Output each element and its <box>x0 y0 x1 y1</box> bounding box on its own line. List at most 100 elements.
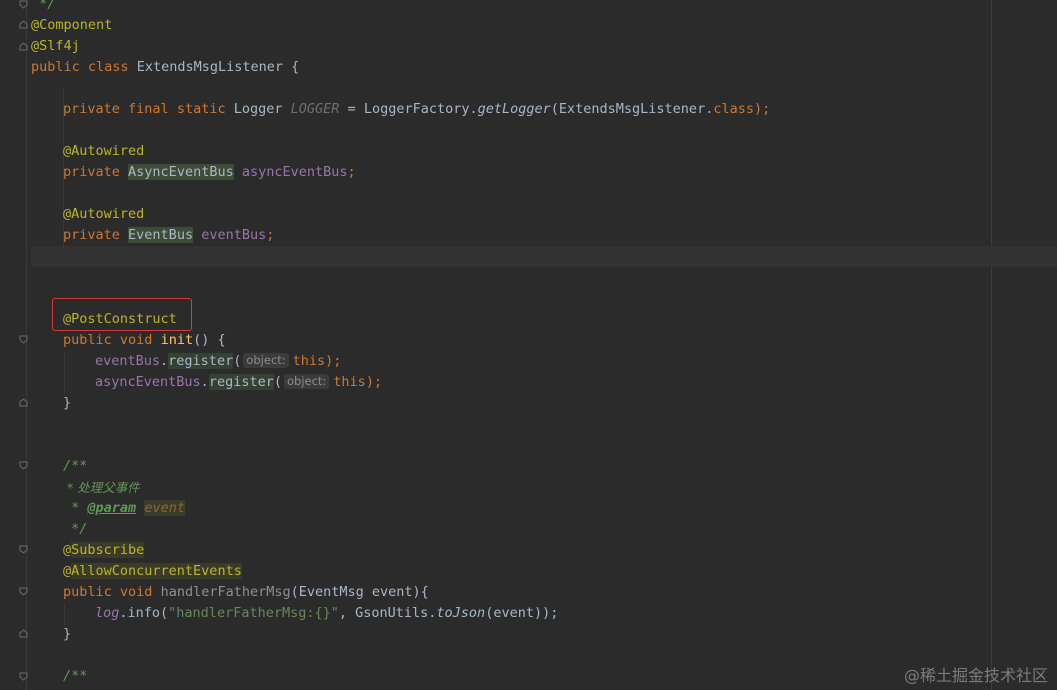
code-token: () { <box>193 332 226 348</box>
fold-start-icon[interactable] <box>19 20 28 29</box>
fold-end-icon[interactable] <box>19 629 28 638</box>
keyword-void: void <box>119 584 153 600</box>
type-asynceventbus: AsyncEventBus <box>128 164 234 180</box>
code-token: (EventMsg event){ <box>290 584 429 600</box>
fold-start-icon[interactable] <box>19 461 28 470</box>
code-line[interactable]: */ <box>31 0 55 15</box>
code-line-async-field[interactable]: private AsyncEventBus asyncEventBus; <box>63 162 356 183</box>
annotation-autowired: @Autowired <box>63 143 145 159</box>
code-line[interactable]: @Autowired <box>63 141 144 162</box>
method-tojson: toJson <box>436 605 486 621</box>
fold-end-icon[interactable] <box>19 398 28 407</box>
code-line-logger[interactable]: private final static Logger LOGGER = Log… <box>63 99 770 120</box>
fold-start-icon[interactable] <box>19 672 28 681</box>
code-line[interactable]: } <box>63 393 71 414</box>
code-token: (ExtendsMsgListener. <box>550 101 714 117</box>
code-line[interactable]: * @param event <box>63 498 185 519</box>
watermark: @稀土掘金技术社区 <box>903 666 1048 685</box>
code-line[interactable]: } <box>63 624 71 645</box>
fold-start-icon[interactable] <box>19 587 28 596</box>
method-init: init <box>160 332 194 348</box>
keyword-final: final <box>128 101 169 117</box>
type-eventbus: EventBus <box>128 227 194 243</box>
code-token: . <box>200 374 209 390</box>
code-line[interactable]: * 处理父事件 <box>63 477 140 498</box>
code-line-log[interactable]: log.info("handlerFatherMsg:{}", GsonUtil… <box>95 603 558 624</box>
code-line-eventbus-field[interactable]: private EventBus eventBus; <box>63 225 274 246</box>
class-name: ExtendsMsgListener { <box>136 59 300 75</box>
annotation-subscribe: Subscribe <box>71 542 145 558</box>
annotation-component: @Component <box>31 17 113 33</box>
closing-brace: } <box>63 626 72 642</box>
code-line-class-declaration[interactable]: public class ExtendsMsgListener { <box>31 57 299 78</box>
code-line[interactable]: @Subscribe <box>63 540 145 561</box>
code-token: . <box>160 353 169 369</box>
annotation-allowconcurrentevents: AllowConcurrentEvents <box>71 563 242 579</box>
doc-tag-param: @param <box>87 500 137 516</box>
code-token: = LoggerFactory. <box>339 101 478 117</box>
indent-guide <box>64 352 65 394</box>
keyword-private: private <box>63 164 120 180</box>
field-log: log <box>95 605 120 621</box>
keyword-this: this <box>333 374 366 390</box>
code-token: ( <box>233 353 242 369</box>
code-line[interactable]: @Component <box>31 15 112 36</box>
closing-brace: } <box>63 395 72 411</box>
method-handlerfathermsg: handlerFatherMsg <box>160 584 291 600</box>
keyword-private: private <box>63 227 120 243</box>
code-token: , GsonUtils. <box>338 605 437 621</box>
code-line[interactable]: */ <box>63 519 87 540</box>
right-margin-guide <box>991 0 992 690</box>
doc-comment-close: */ <box>63 521 88 537</box>
field-asynceventbus: asyncEventBus <box>95 374 201 390</box>
field-logger: LOGGER <box>290 101 340 117</box>
doc-comment-open: /** <box>63 458 88 474</box>
doc-comment-open: /** <box>63 668 88 684</box>
keyword-static: static <box>176 101 226 117</box>
code-token: ); <box>753 101 771 117</box>
fold-start-icon[interactable] <box>19 335 28 344</box>
code-line-register-eventbus[interactable]: eventBus.register(object: this); <box>95 351 341 372</box>
indent-guide <box>64 604 65 625</box>
annotation-autowired: @Autowired <box>63 206 145 222</box>
code-token: ; <box>266 227 275 243</box>
fold-start-icon[interactable] <box>19 545 28 554</box>
method-register: register <box>208 374 274 390</box>
code-editor[interactable]: */ @Component @Slf4j public class Extend… <box>0 0 1057 690</box>
code-token: .info( <box>119 605 169 621</box>
current-line-highlight <box>31 246 1057 267</box>
code-line[interactable]: @Slf4j <box>31 36 80 57</box>
keyword-public: public <box>63 584 112 600</box>
field-asynceventbus: asyncEventBus <box>241 164 348 180</box>
doc-comment-star: * <box>63 500 88 516</box>
fold-end-icon[interactable] <box>19 0 28 9</box>
annotation-at: @ <box>63 563 72 579</box>
doc-comment-description: * 处理父事件 <box>63 480 140 495</box>
code-token: ( <box>273 374 282 390</box>
code-line[interactable]: /** <box>63 456 87 477</box>
keyword-void: void <box>119 332 153 348</box>
parameter-hint: object: <box>283 374 330 389</box>
keyword-class: class <box>87 59 129 75</box>
code-line-handler[interactable]: public void handlerFatherMsg(EventMsg ev… <box>63 582 429 603</box>
fold-start-icon[interactable] <box>19 42 28 51</box>
code-line[interactable]: @AllowConcurrentEvents <box>63 561 242 582</box>
highlight-box <box>52 298 192 331</box>
field-eventbus: eventBus <box>95 353 161 369</box>
keyword-class: class <box>713 101 754 117</box>
field-eventbus: eventBus <box>201 227 267 243</box>
keyword-private: private <box>63 101 120 117</box>
code-line-init[interactable]: public void init() { <box>63 330 226 351</box>
type-logger: Logger <box>233 101 291 117</box>
code-token: ; <box>347 164 356 180</box>
code-line-register-async[interactable]: asyncEventBus.register(object: this); <box>95 372 382 393</box>
method-getlogger: getLogger <box>477 101 551 117</box>
annotation-slf4j: @Slf4j <box>31 38 80 54</box>
string-literal: "handlerFatherMsg:{}" <box>168 605 339 621</box>
code-line[interactable]: /** <box>63 666 87 687</box>
code-token: ); <box>325 353 342 369</box>
doc-comment-end: */ <box>31 0 56 12</box>
parameter-hint: object: <box>243 353 289 368</box>
code-line[interactable]: @Autowired <box>63 204 144 225</box>
annotation-at: @ <box>63 542 72 558</box>
